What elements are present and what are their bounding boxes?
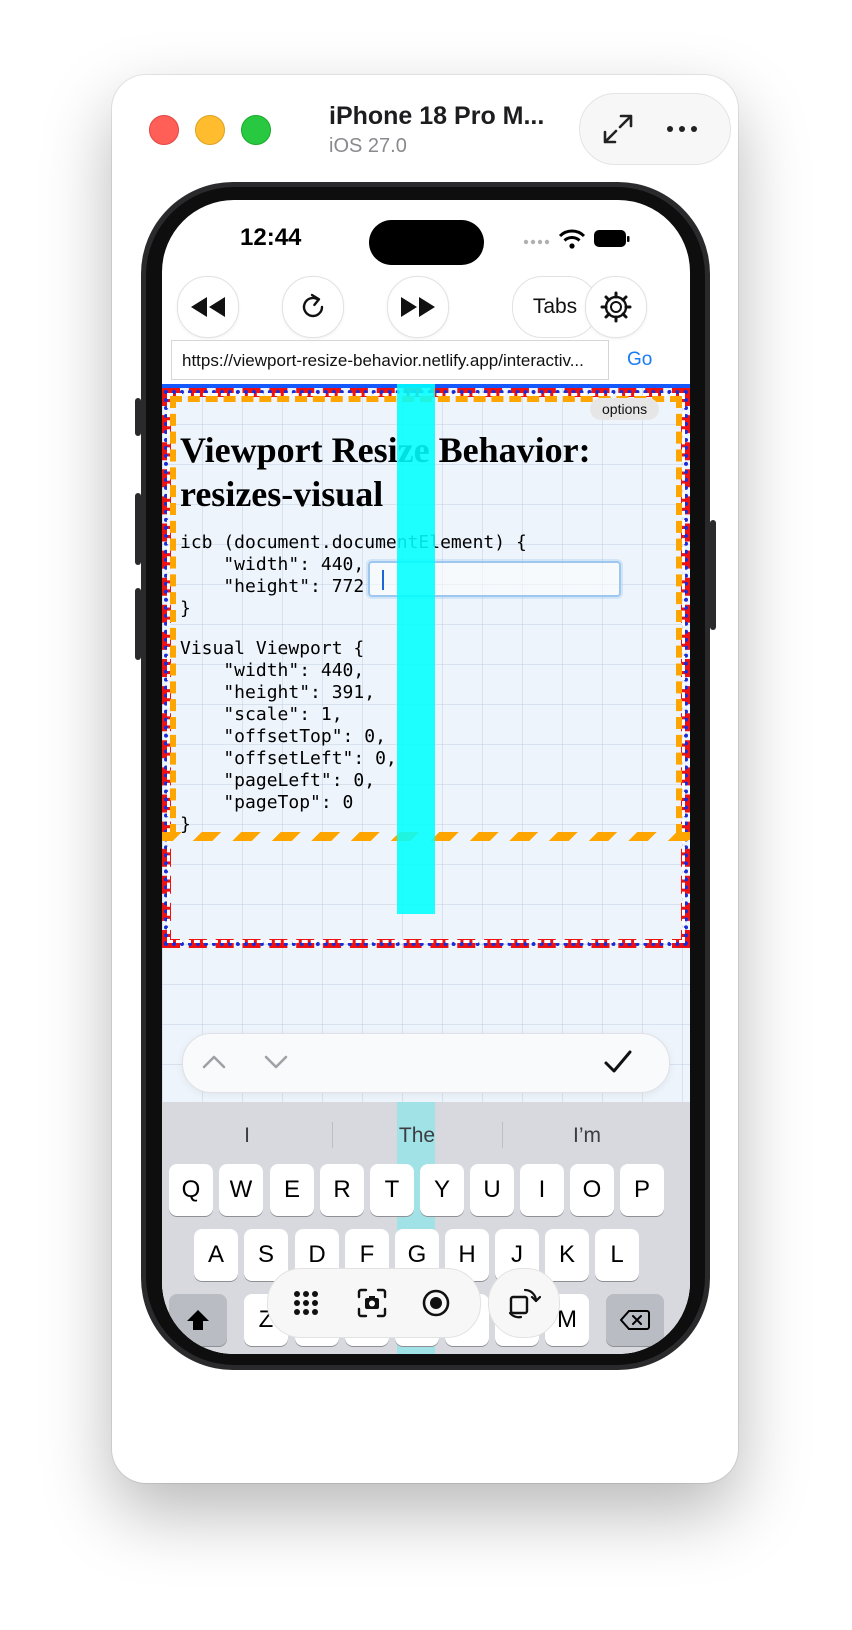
record-icon[interactable] (418, 1285, 454, 1321)
signal-icon (523, 239, 550, 245)
volume-up-button (135, 493, 141, 565)
key-y[interactable]: Y (420, 1164, 464, 1216)
cyan-marker-column (397, 384, 435, 914)
dynamic-island (369, 220, 484, 265)
options-button[interactable]: options (590, 398, 660, 420)
key-w[interactable]: W (219, 1164, 263, 1216)
suggestion-3[interactable]: I’m (502, 1124, 672, 1148)
suggestion-1[interactable]: I (162, 1124, 332, 1148)
forward-button[interactable] (387, 276, 449, 338)
rewind-icon (191, 297, 225, 317)
rotate-control (488, 1268, 560, 1338)
key-o[interactable]: O (570, 1164, 614, 1216)
screenshot-icon[interactable] (354, 1285, 390, 1321)
key-k[interactable]: K (545, 1229, 589, 1281)
suggestion-2[interactable]: The (332, 1124, 502, 1148)
back-button[interactable] (177, 276, 239, 338)
os-version: iOS 27.0 (329, 135, 407, 157)
key-l[interactable]: L (595, 1229, 639, 1281)
url-field[interactable]: https://viewport-resize-behavior.netlify… (171, 340, 609, 380)
phone-screen: 12:44 Tabs https://viewport-resize-behav… (162, 200, 690, 1354)
backspace-icon (620, 1310, 650, 1330)
fast-forward-icon (401, 297, 435, 317)
wifi-icon (558, 229, 586, 249)
key-q[interactable]: Q (169, 1164, 213, 1216)
delete-key[interactable] (606, 1294, 664, 1346)
action-button (135, 398, 141, 436)
minimize-window-button[interactable] (195, 115, 225, 145)
key-u[interactable]: U (470, 1164, 514, 1216)
home-grid-icon[interactable] (288, 1285, 324, 1321)
volume-down-button (135, 588, 141, 660)
reload-button[interactable] (282, 276, 344, 338)
settings-button[interactable] (585, 276, 647, 338)
chevron-up-icon[interactable] (201, 1048, 227, 1076)
close-window-button[interactable] (149, 115, 179, 145)
go-button[interactable]: Go (627, 340, 652, 380)
checkmark-icon[interactable] (603, 1048, 633, 1076)
key-e[interactable]: E (270, 1164, 314, 1216)
text-caret (382, 570, 384, 590)
shift-icon (187, 1310, 209, 1330)
device-name: iPhone 18 Pro M... (329, 102, 545, 130)
more-icon[interactable] (664, 111, 700, 147)
expand-icon[interactable] (600, 111, 636, 147)
side-button (710, 520, 716, 630)
key-t[interactable]: T (370, 1164, 414, 1216)
web-content: options Viewport Resize Behavior: resize… (162, 384, 690, 1354)
reload-icon (302, 293, 324, 318)
visual-viewport-readout: Visual Viewport { "width": 440, "height"… (180, 638, 397, 835)
key-a[interactable]: A (194, 1229, 238, 1281)
keyboard-accessory-bar (182, 1033, 670, 1093)
zoom-window-button[interactable] (241, 115, 271, 145)
key-i[interactable]: I (520, 1164, 564, 1216)
chevron-down-icon[interactable] (263, 1048, 289, 1076)
gear-icon (600, 291, 632, 323)
battery-icon (594, 230, 630, 247)
status-icons (522, 227, 632, 256)
status-time: 12:44 (240, 224, 302, 251)
rotate-icon[interactable] (505, 1285, 541, 1321)
key-p[interactable]: P (620, 1164, 664, 1216)
window-controls (579, 93, 731, 165)
shift-key[interactable] (169, 1294, 227, 1346)
key-r[interactable]: R (320, 1164, 364, 1216)
simulator-toolbar (267, 1268, 481, 1338)
